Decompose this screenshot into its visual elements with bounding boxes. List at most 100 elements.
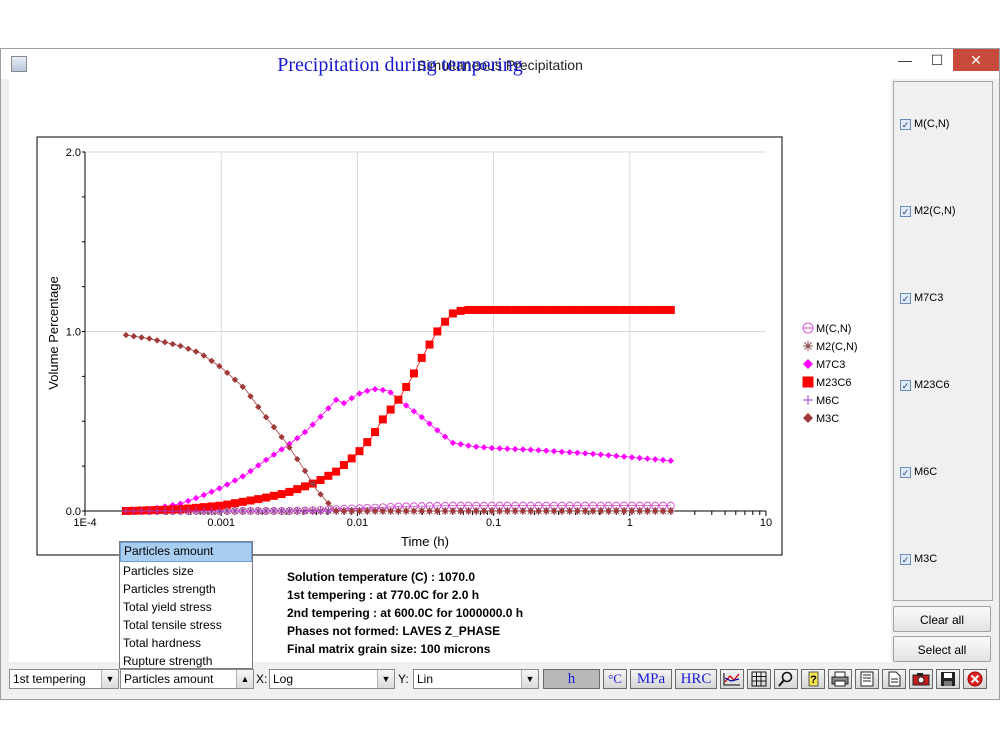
- data-point: [254, 495, 263, 504]
- dropdown-option-particles-amount[interactable]: Particles amount: [120, 542, 252, 562]
- dropdown-option-total-yield-stress[interactable]: Total yield stress: [120, 598, 252, 616]
- info-solution-temperature: Solution temperature (C) : 1070.0: [287, 570, 476, 584]
- clear-all-button[interactable]: Clear all: [893, 606, 991, 632]
- legend-label: M(C,N): [816, 323, 851, 335]
- legend-marker: [803, 395, 813, 405]
- data-point: [177, 342, 184, 350]
- dropdown-option-particles-strength[interactable]: Particles strength: [120, 580, 252, 598]
- data-point: [604, 305, 613, 314]
- checkbox-icon[interactable]: ✓: [900, 118, 911, 130]
- zoom-icon[interactable]: [774, 669, 798, 689]
- series-line: [125, 388, 671, 512]
- data-point: [480, 305, 489, 314]
- chevron-down-icon[interactable]: ▼: [377, 670, 394, 688]
- data-point: [270, 451, 278, 458]
- data-point: [247, 393, 254, 400]
- data-point: [417, 353, 426, 362]
- checkbox-icon[interactable]: ✓: [900, 553, 911, 565]
- grid-toggle-icon[interactable]: [747, 669, 771, 689]
- legend-item: M(C,N): [802, 322, 851, 335]
- legend-label: M6C: [816, 395, 839, 407]
- chevron-down-icon[interactable]: ▼: [101, 670, 118, 688]
- dropdown-option-total-tensile-stress[interactable]: Total tensile stress: [120, 616, 252, 634]
- data-point: [659, 456, 667, 464]
- info-phases-not-formed: Phases not formed: LAVES Z_PHASE: [287, 624, 501, 638]
- svg-text:?: ?: [810, 674, 817, 686]
- chart-legend: M(C,N) M2(C,N) M7C3 M23C6 M6C M3C: [802, 322, 858, 425]
- copy-icon[interactable]: [855, 669, 879, 689]
- property-select-value: Particles amount: [124, 672, 214, 686]
- help-icon[interactable]: ?: [801, 669, 825, 689]
- data-point: [597, 451, 604, 458]
- data-point: [294, 455, 301, 463]
- data-point: [339, 461, 348, 470]
- data-point: [200, 491, 208, 499]
- y-scale-select[interactable]: Lin ▼: [413, 669, 539, 689]
- phase-checkbox-m23c6[interactable]: ✓ M23C6: [900, 377, 949, 393]
- phase-checkbox-m3c[interactable]: ✓ M3C: [900, 551, 937, 567]
- chevron-down-icon[interactable]: ▼: [521, 670, 538, 688]
- data-point: [449, 439, 457, 447]
- data-point: [519, 446, 527, 453]
- data-point: [581, 450, 589, 457]
- chevron-up-icon[interactable]: ▲: [236, 670, 253, 688]
- dropdown-option-total-hardness[interactable]: Total hardness: [120, 634, 252, 652]
- data-point: [378, 415, 387, 424]
- dropdown-option-particles-size[interactable]: Particles size: [120, 562, 252, 580]
- data-point: [161, 339, 169, 346]
- phase-checkbox-m6c[interactable]: ✓ M6C: [900, 464, 937, 480]
- phase-checkbox-m7c3[interactable]: ✓ M7C3: [900, 290, 943, 306]
- select-all-button[interactable]: Select all: [893, 636, 991, 662]
- data-point: [255, 462, 262, 469]
- chart-options-icon[interactable]: [720, 669, 744, 689]
- data-point: [480, 444, 488, 451]
- camera-icon[interactable]: [909, 669, 933, 689]
- legend-label: M3C: [816, 413, 839, 425]
- unit-mpa-button[interactable]: MPa: [630, 669, 672, 689]
- stage-select[interactable]: 1st tempering ▼: [9, 669, 119, 689]
- data-point: [659, 305, 668, 314]
- data-point: [620, 453, 628, 460]
- unit-hours-button[interactable]: h: [543, 669, 600, 689]
- save-icon[interactable]: [936, 669, 960, 689]
- x-axis-label: Time (h): [401, 534, 449, 549]
- phase-checkbox-m2-c-n-[interactable]: ✓ M2(C,N): [900, 203, 956, 219]
- data-point: [208, 488, 215, 495]
- phase-checkbox-m-c-n-[interactable]: ✓ M(C,N): [900, 116, 949, 132]
- data-point: [277, 490, 286, 499]
- legend-item: M7C3: [803, 359, 845, 371]
- data-point: [496, 445, 503, 452]
- checkbox-icon[interactable]: ✓: [900, 379, 911, 391]
- chart-frame: [36, 136, 783, 556]
- data-point: [574, 449, 581, 457]
- phase-checkbox-label: M(C,N): [914, 118, 950, 130]
- unit-hrc-button[interactable]: HRC: [675, 669, 717, 689]
- checkbox-icon[interactable]: ✓: [900, 205, 911, 217]
- x-tick-label: 0.1: [486, 517, 501, 529]
- unit-celsius-button[interactable]: °C: [603, 669, 627, 689]
- print-icon[interactable]: [828, 669, 852, 689]
- checkbox-icon[interactable]: ✓: [900, 292, 911, 304]
- x-scale-select[interactable]: Log ▼: [269, 669, 395, 689]
- data-point: [581, 305, 590, 314]
- y-tick-label: 0.0: [66, 506, 81, 518]
- data-point: [169, 340, 176, 348]
- data-point: [200, 352, 208, 359]
- data-point: [464, 305, 473, 314]
- property-select[interactable]: Particles amount ▲: [120, 669, 254, 689]
- legend-item: M6C: [803, 395, 839, 407]
- data-point: [185, 345, 192, 352]
- legend-marker: [803, 341, 813, 351]
- exit-icon[interactable]: [963, 669, 987, 689]
- data-point: [456, 306, 465, 315]
- document-icon[interactable]: [882, 669, 906, 689]
- data-point: [566, 449, 573, 456]
- checkbox-icon[interactable]: ✓: [900, 466, 911, 478]
- data-point: [472, 305, 481, 314]
- data-point: [192, 348, 200, 355]
- x-tick-label: 0.01: [347, 517, 368, 529]
- data-point: [238, 497, 247, 506]
- data-point: [278, 446, 285, 453]
- data-point: [347, 454, 356, 463]
- data-point: [409, 369, 418, 378]
